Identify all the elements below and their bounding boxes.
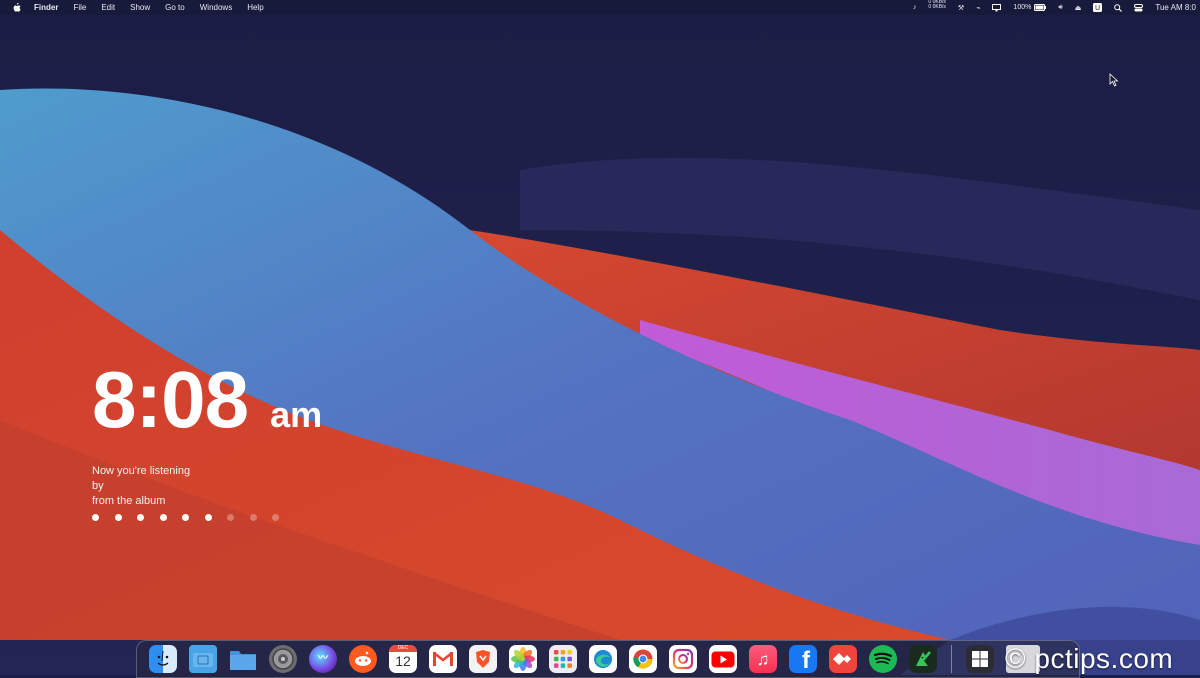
- battery-icon[interactable]: [1034, 0, 1047, 15]
- page-dot[interactable]: [114, 514, 122, 521]
- menu-file[interactable]: File: [73, 3, 86, 12]
- eject-icon[interactable]: ⏏: [1075, 0, 1082, 15]
- clock-ampm: am: [270, 394, 323, 435]
- page-indicator-dots: [92, 514, 295, 521]
- clock-widget: 8:08 am: [92, 358, 322, 442]
- now-playing: Now you're listening by from the album: [92, 464, 190, 509]
- folder-icon[interactable]: [229, 645, 257, 673]
- now-playing-line-3: from the album: [92, 495, 166, 507]
- now-playing-line-2: by: [92, 480, 104, 492]
- photos-icon[interactable]: [509, 645, 537, 673]
- spotify-icon[interactable]: [869, 645, 897, 673]
- youtube-icon[interactable]: [709, 645, 737, 673]
- facebook-icon[interactable]: f: [789, 645, 817, 673]
- battery-percent[interactable]: 100%: [1013, 0, 1031, 15]
- page-dot[interactable]: [272, 514, 279, 521]
- instagram-icon[interactable]: [669, 645, 697, 673]
- page-dot[interactable]: [249, 514, 257, 521]
- menu-go-to[interactable]: Go to: [165, 3, 185, 12]
- anydesk-icon[interactable]: [829, 645, 857, 673]
- screenshot-folder-icon[interactable]: [189, 645, 217, 673]
- menu-bar: Finder File Edit Show Go to Windows Help…: [0, 0, 1200, 15]
- page-dot[interactable]: [137, 514, 144, 521]
- watermark-text: © pctips.com: [1005, 643, 1174, 674]
- menu-windows[interactable]: Windows: [200, 3, 232, 12]
- volume-icon[interactable]: 🔊︎: [1058, 0, 1062, 15]
- dock-separator: [951, 645, 952, 673]
- status-bar: ♪ 0 0KB/s 0 0KB/s ⚒ ⌁ 100% 🔊︎ ⏏ U Tue AM…: [901, 0, 1200, 15]
- display-icon[interactable]: [992, 0, 1002, 15]
- menu-show[interactable]: Show: [130, 3, 150, 12]
- menu-help[interactable]: Help: [247, 3, 263, 12]
- desktop-wallpaper: [0, 0, 1200, 675]
- calendar-day: 12: [395, 653, 411, 669]
- page-dot[interactable]: [204, 514, 212, 521]
- page-dot[interactable]: [182, 514, 189, 521]
- calendar-month: DEC: [389, 645, 417, 652]
- menu-edit[interactable]: Edit: [101, 3, 115, 12]
- page-dot[interactable]: [159, 514, 167, 521]
- system-preferences-icon[interactable]: [269, 645, 297, 673]
- svg-text:U: U: [1095, 4, 1100, 12]
- search-icon[interactable]: [1114, 0, 1123, 15]
- menu-app-name[interactable]: Finder: [34, 3, 58, 12]
- menu-clock[interactable]: Tue AM 8:0: [1155, 0, 1196, 15]
- edge-icon[interactable]: [589, 645, 617, 673]
- launchpad-icon[interactable]: [549, 645, 577, 673]
- now-playing-line-1: Now you're listening: [92, 465, 191, 477]
- chrome-icon[interactable]: [629, 645, 657, 673]
- calendar-icon[interactable]: DEC 12: [389, 645, 417, 673]
- apple-icon[interactable]: [12, 3, 22, 13]
- net-down-value: 0 0KB/s: [928, 4, 946, 10]
- siri-icon[interactable]: 〰: [309, 645, 337, 673]
- tools-icon[interactable]: ⚒: [958, 0, 964, 15]
- page-dot[interactable]: [227, 514, 234, 521]
- mouse-cursor-icon: [1109, 73, 1119, 87]
- bluetooth-off-icon[interactable]: ⌁: [976, 0, 980, 15]
- network-speed[interactable]: 0 0KB/s 0 0KB/s: [928, 0, 946, 15]
- finder-icon[interactable]: [149, 645, 177, 673]
- dock: 〰 DEC 12 ♫ f: [136, 640, 1080, 678]
- brave-icon[interactable]: [469, 645, 497, 673]
- clock-time: 8:08: [92, 355, 249, 444]
- control-center-icon[interactable]: [1134, 0, 1144, 15]
- user-badge-icon[interactable]: U: [1093, 0, 1103, 15]
- music-icon[interactable]: ♫: [749, 645, 777, 673]
- reddit-icon[interactable]: [349, 645, 377, 673]
- xmind-icon[interactable]: [909, 645, 937, 673]
- music-note-icon[interactable]: ♪: [913, 0, 917, 15]
- gmail-icon[interactable]: [429, 645, 457, 673]
- page-dot[interactable]: [92, 514, 99, 521]
- windows-icon[interactable]: [966, 645, 994, 673]
